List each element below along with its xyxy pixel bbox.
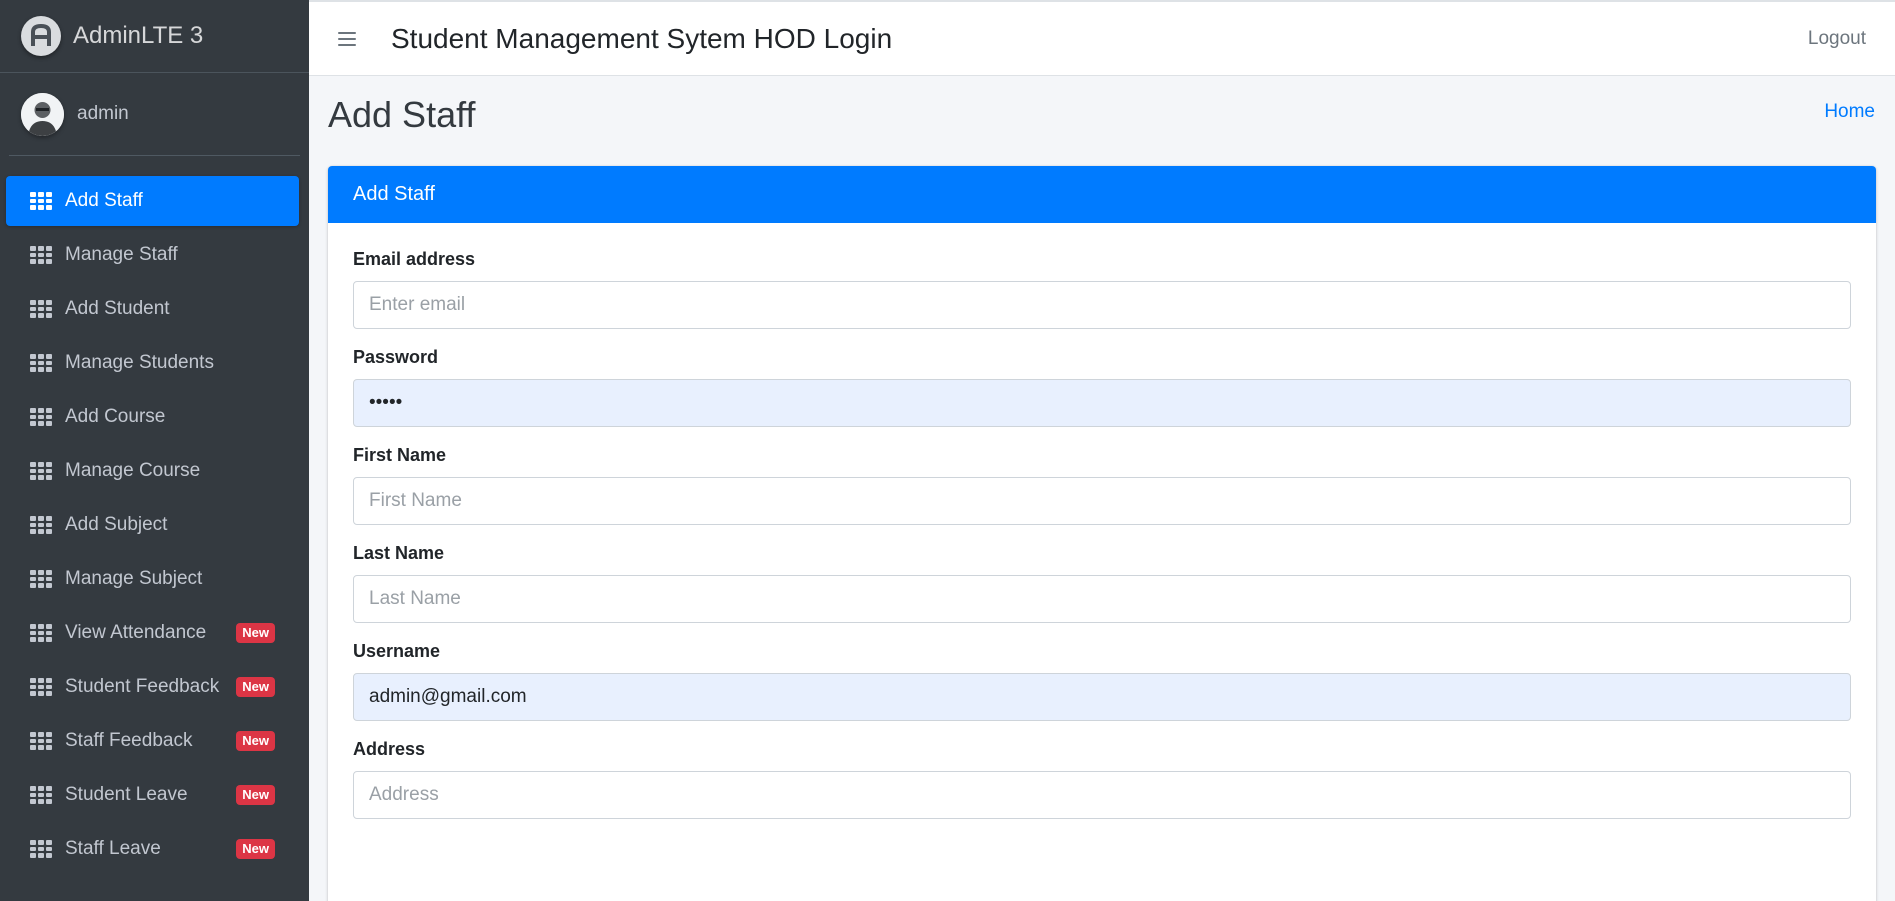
address-field[interactable]	[353, 771, 1851, 819]
grid-icon	[30, 192, 52, 210]
grid-icon	[30, 786, 52, 804]
sidebar-item-label: Manage Subject	[65, 568, 203, 589]
new-badge: New	[236, 623, 275, 643]
grid-icon	[30, 462, 52, 480]
app-title: Student Management Sytem HOD Login	[391, 22, 893, 54]
password-group: Password	[353, 348, 1851, 427]
last-name-label: Last Name	[353, 543, 445, 563]
card-header: Add Staff	[328, 166, 1876, 223]
sidebar-item-label: Manage Students	[65, 352, 214, 373]
last-name-group: Last Name	[353, 544, 1851, 623]
new-badge: New	[236, 731, 275, 751]
email-group: Email address	[353, 250, 1851, 329]
first-name-label: First Name	[353, 445, 447, 465]
password-label: Password	[353, 347, 439, 367]
address-group: Address	[353, 740, 1851, 819]
sidebar-item-label: Add Student	[65, 298, 170, 319]
hamburger-icon[interactable]	[338, 31, 356, 46]
grid-icon	[30, 300, 52, 318]
new-badge: New	[236, 839, 275, 859]
grid-icon	[30, 516, 52, 534]
breadcrumb-home-link[interactable]: Home	[1824, 101, 1875, 123]
sidebar-item-view-attendance[interactable]: View Attendance New	[6, 608, 299, 658]
sidebar-item-label: Manage Staff	[65, 244, 178, 265]
grid-icon	[30, 246, 52, 264]
top-navbar: Student Management Sytem HOD Login Logou…	[309, 0, 1895, 76]
address-label: Address	[353, 739, 426, 759]
sidebar-item-label: Staff Leave	[65, 838, 161, 859]
sidebar-item-label: Add Course	[65, 406, 166, 427]
sidebar-item-add-course[interactable]: Add Course	[6, 392, 299, 442]
adminlte-logo-icon	[21, 16, 61, 56]
sidebar-item-manage-staff[interactable]: Manage Staff	[6, 230, 299, 280]
sidebar-item-label: Add Staff	[65, 190, 143, 211]
grid-icon	[30, 624, 52, 642]
sidebar-item-label: Staff Feedback	[65, 730, 193, 751]
sidebar-item-add-staff[interactable]: Add Staff	[6, 176, 299, 226]
password-field[interactable]	[353, 379, 1851, 427]
main-sidebar: AdminLTE 3 admin Add Staff Manage Staff …	[0, 0, 309, 901]
grid-icon	[30, 840, 52, 858]
brand-link[interactable]: AdminLTE 3	[0, 0, 309, 73]
username-field[interactable]	[353, 673, 1851, 721]
last-name-field[interactable]	[353, 575, 1851, 623]
sidebar-item-student-leave[interactable]: Student Leave New	[6, 770, 299, 820]
username-label: Username	[353, 641, 441, 661]
grid-icon	[30, 354, 52, 372]
sidebar-item-staff-leave[interactable]: Staff Leave New	[6, 824, 299, 874]
user-panel[interactable]: admin	[9, 73, 300, 156]
sidebar-item-add-subject[interactable]: Add Subject	[6, 500, 299, 550]
grid-icon	[30, 408, 52, 426]
card-title: Add Staff	[353, 183, 435, 205]
avatar	[21, 92, 64, 136]
sidebar-item-manage-students[interactable]: Manage Students	[6, 338, 299, 388]
new-badge: New	[236, 677, 275, 697]
sidebar-item-label: View Attendance	[65, 622, 207, 643]
sidebar-item-label: Manage Course	[65, 460, 201, 481]
sidebar-item-add-student[interactable]: Add Student	[6, 284, 299, 334]
sidebar-nav: Add Staff Manage Staff Add Student Manag…	[6, 176, 299, 878]
sidebar-item-student-feedback[interactable]: Student Feedback New	[6, 662, 299, 712]
grid-icon	[30, 732, 52, 750]
email-field[interactable]	[353, 281, 1851, 329]
first-name-field[interactable]	[353, 477, 1851, 525]
sidebar-item-label: Student Leave	[65, 784, 188, 805]
username-group: Username	[353, 642, 1851, 721]
grid-icon	[30, 678, 52, 696]
add-staff-form: Email address Password First Name Last N…	[328, 223, 1876, 819]
sidebar-item-staff-feedback[interactable]: Staff Feedback New	[6, 716, 299, 766]
page-title: Add Staff	[328, 94, 476, 135]
brand-text: AdminLTE 3	[73, 22, 204, 49]
logout-link[interactable]: Logout	[1808, 28, 1866, 50]
sidebar-item-label: Student Feedback	[65, 676, 220, 697]
first-name-group: First Name	[353, 446, 1851, 525]
sidebar-item-label: Add Subject	[65, 514, 168, 535]
email-label: Email address	[353, 249, 476, 269]
sidebar-item-manage-subject[interactable]: Manage Subject	[6, 554, 299, 604]
grid-icon	[30, 570, 52, 588]
sidebar-item-manage-course[interactable]: Manage Course	[6, 446, 299, 496]
new-badge: New	[236, 785, 275, 805]
user-name[interactable]: admin	[77, 103, 129, 125]
add-staff-card: Add Staff Email address Password First N…	[328, 166, 1876, 901]
